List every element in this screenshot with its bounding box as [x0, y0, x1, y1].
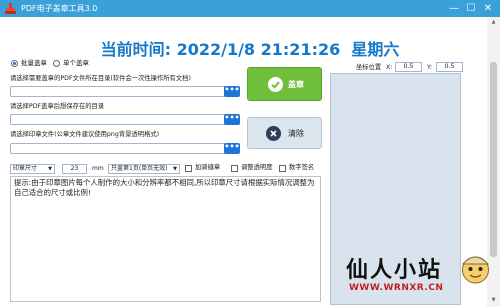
current-time: 当前时间: 2022/1/8 21:21:26 星期六 [0, 36, 500, 60]
clock-weekday: 星期六 [351, 40, 400, 59]
stamp-file-browse-button[interactable]: ••• [224, 143, 240, 154]
size-mode-value: 印章尺寸 [13, 165, 38, 172]
stamp-file-label: 请选择印章文件(公章文件建议使用png背景透明格式) [10, 131, 160, 138]
app-stamp-icon [5, 3, 16, 14]
maximize-button[interactable]: ☐ [464, 2, 478, 15]
opacity-label: 调整透明度 [241, 164, 273, 171]
stamp-button-label: 盖章 [288, 80, 304, 89]
coord-x-label: X: [386, 64, 393, 71]
pdf-source-browse-button[interactable]: ••• [224, 86, 240, 97]
opacity-checkbox[interactable] [231, 165, 238, 172]
clear-x-icon [266, 126, 281, 141]
minimize-button[interactable]: — [447, 2, 461, 15]
digital-sign-checkbox[interactable] [279, 165, 286, 172]
single-mode-label: 单个盖章 [63, 59, 89, 67]
seam-stamp-label: 加骑缝章 [195, 164, 221, 171]
close-button[interactable]: ✕ [481, 2, 495, 15]
clear-button[interactable]: 清除 [247, 117, 322, 149]
scrollbar-thumb[interactable] [490, 62, 497, 257]
title-bar: PDF电子盖章工具3.0 — ☐ ✕ [0, 0, 500, 17]
stamp-button[interactable]: 盖章 [247, 67, 322, 101]
watermark-url: WWW.WRNXR.CN [349, 283, 444, 293]
digital-sign-label: 数字签名 [289, 164, 315, 171]
coord-y-input[interactable]: 0.5 [436, 62, 463, 72]
clock-time: 21:21:26 [260, 40, 341, 59]
watermark-name: 仙人小站 [346, 258, 443, 283]
output-dir-field[interactable] [10, 114, 237, 125]
coord-x-input[interactable]: 0.5 [395, 62, 422, 72]
check-icon [268, 77, 283, 92]
size-value-input[interactable]: 23 [62, 164, 87, 174]
output-dir-browse-button[interactable]: ••• [224, 114, 240, 125]
page-mode-select[interactable]: 只盖第1页(单页无效) ▼ [108, 164, 180, 174]
pdf-source-field[interactable] [10, 86, 237, 97]
window-title: PDF电子盖章工具3.0 [21, 4, 98, 13]
coord-y-label: Y: [427, 64, 433, 71]
site-watermark: 仙人小站 WWW.WRNXR.CN [346, 252, 500, 307]
size-unit-label: mm [92, 165, 104, 172]
mascot-logo-icon [461, 256, 490, 284]
tip-text-area[interactable]: 提示:由于印章图片每个人制作的大小和分辨率都不相同,所以印章尺寸请根据实际情况调… [10, 176, 321, 302]
chevron-down-icon: ▼ [48, 166, 52, 172]
single-mode-radio[interactable] [53, 60, 60, 67]
batch-mode-radio[interactable] [11, 60, 18, 67]
clock-date: 2022/1/8 [176, 40, 256, 59]
chevron-down-icon: ▼ [173, 166, 177, 172]
clear-button-label: 清除 [288, 129, 304, 138]
clock-label: 当前时间: [100, 40, 171, 59]
stamp-file-field[interactable] [10, 143, 237, 154]
output-dir-label: 请选择PDF盖章后想保存在的目录 [10, 103, 105, 110]
pdf-source-label: 请选择需要盖章的PDF文件所在目录(软件会一次性操作所有文档) [10, 75, 191, 82]
page-mode-value: 只盖第1页(单页无效) [111, 165, 168, 172]
size-mode-select[interactable]: 印章尺寸 ▼ [10, 164, 55, 174]
scroll-up-icon[interactable]: ▲ [490, 19, 497, 25]
seam-stamp-checkbox[interactable] [185, 165, 192, 172]
coords-label: 坐标位置 [356, 64, 382, 71]
batch-mode-label: 批量盖章 [21, 59, 47, 67]
